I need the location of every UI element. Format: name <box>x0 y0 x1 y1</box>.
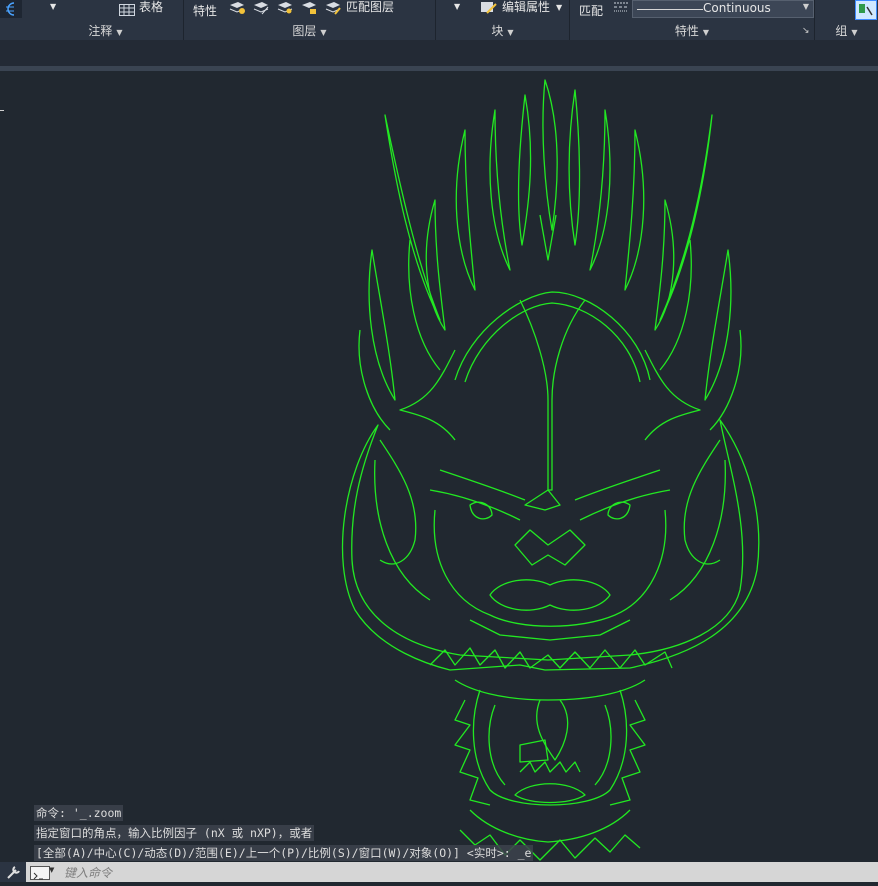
linetype-select[interactable]: Continuous ▼ <box>632 0 814 18</box>
command-bar: ▼ 键入命令 <box>0 862 878 882</box>
drawing-canvas[interactable] <box>0 71 878 862</box>
layer-icon[interactable] <box>277 0 293 14</box>
match-layer-button[interactable]: 匹配图层 <box>346 0 394 14</box>
dragon-drawing <box>341 79 760 861</box>
command-input[interactable]: 键入命令 <box>64 864 112 881</box>
command-history-line: [全部(A)/中心(C)/动态(D)/范围(E)/上一个(P)/比例(S)/窗口… <box>34 845 534 861</box>
layer-icon[interactable] <box>253 0 269 15</box>
chevron-down-icon[interactable]: ▼ <box>507 28 513 37</box>
dropdown-caret[interactable]: ▼ <box>50 0 56 14</box>
layer-icon[interactable] <box>301 0 317 14</box>
panel-annotation[interactable]: 注释 ▼ <box>28 22 183 40</box>
block-dropdown-caret[interactable]: ▼ <box>454 0 460 14</box>
panel-annotation-label: 注释 <box>88 24 113 38</box>
chevron-down-icon[interactable]: ▼ <box>851 28 857 37</box>
command-history-line: 指定窗口的角点，输入比例因子 (nX 或 nXP)，或者 <box>34 825 315 841</box>
match-properties-button[interactable]: 匹配 <box>579 4 603 18</box>
command-prompt-icon[interactable] <box>30 866 50 880</box>
panel-block-label: 块 <box>491 24 504 38</box>
linetype-icon <box>613 0 629 12</box>
ribbon: ▼ 表格 特性 匹配图层 ▼ 编辑属性 ▼ 匹配 Continuous ▼ 注释… <box>0 0 878 40</box>
chevron-down-icon[interactable]: ▼ <box>320 28 326 37</box>
linetype-sample-line <box>637 9 703 10</box>
chevron-down-icon[interactable]: ▼ <box>116 28 122 37</box>
layer-icon[interactable] <box>229 0 245 14</box>
file-tab-strip <box>0 40 878 66</box>
linetype-value: Continuous <box>703 1 771 15</box>
properties-button[interactable]: 特性 <box>193 4 217 18</box>
edit-attribute-icon[interactable] <box>480 0 497 14</box>
panel-groups-label: 组 <box>835 24 848 38</box>
app-menu-icon[interactable] <box>0 0 22 18</box>
table-button[interactable]: 表格 <box>139 0 163 14</box>
edit-attribute-button[interactable]: 编辑属性 <box>502 0 550 14</box>
edit-attribute-caret[interactable]: ▼ <box>556 1 562 15</box>
panel-properties-launcher-icon[interactable]: ↘ <box>802 26 810 36</box>
panel-properties-label: 特性 <box>674 24 699 38</box>
table-icon[interactable] <box>119 1 135 16</box>
wrench-icon[interactable] <box>0 862 26 882</box>
panel-layers-label: 图层 <box>292 24 317 38</box>
chevron-down-icon[interactable]: ▼ <box>703 28 709 37</box>
layer-icon[interactable] <box>325 0 341 15</box>
chevron-down-icon[interactable]: ▼ <box>803 2 809 11</box>
panel-block[interactable]: 块 ▼ <box>436 22 569 40</box>
command-prompt-caret[interactable]: ▼ <box>49 866 54 874</box>
group-icon[interactable] <box>855 0 877 20</box>
panel-groups[interactable]: 组 ▼ <box>815 22 878 40</box>
command-history-line: 命令: '_.zoom <box>34 805 124 821</box>
panel-properties[interactable]: 特性 ▼ <box>570 22 814 40</box>
panel-layers[interactable]: 图层 ▼ <box>184 22 435 40</box>
